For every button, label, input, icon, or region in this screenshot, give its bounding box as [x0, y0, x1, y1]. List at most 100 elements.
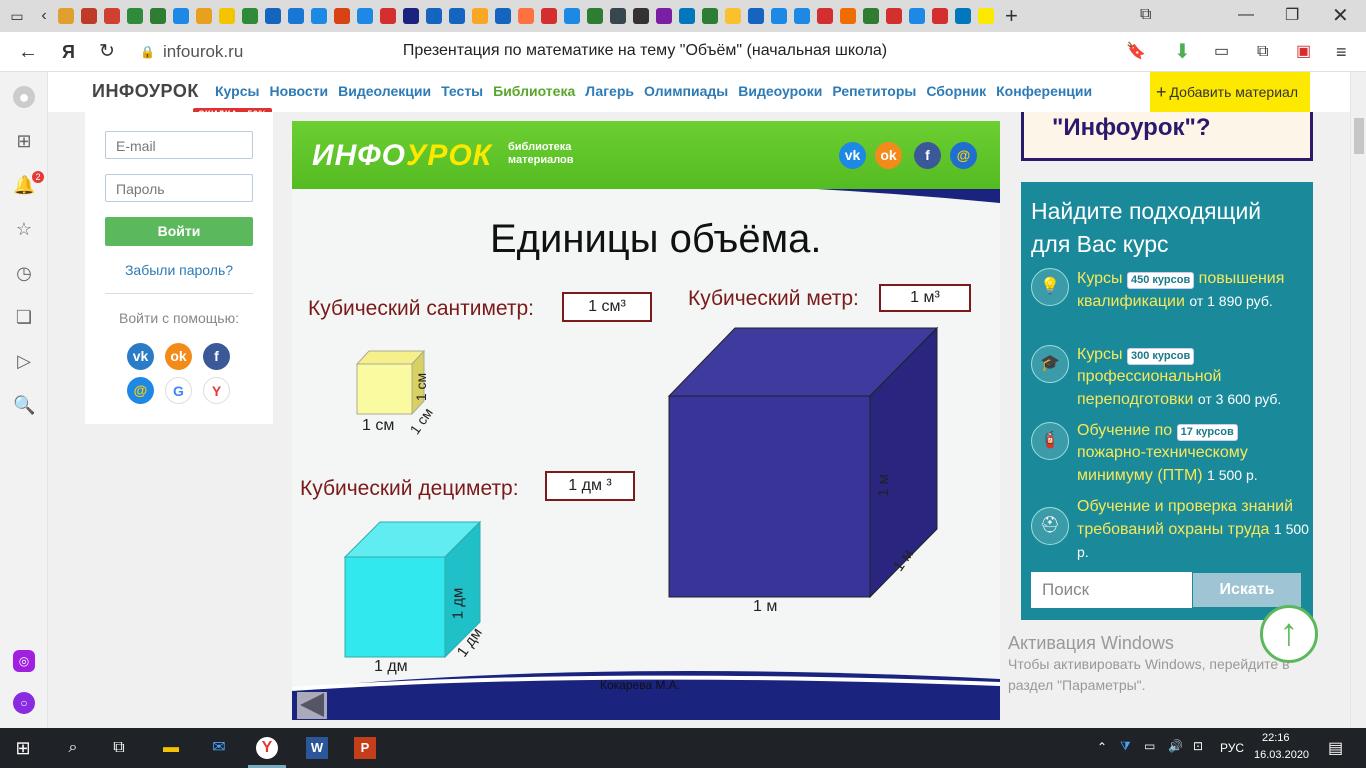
yandex-browser-icon[interactable]: Y	[256, 737, 278, 759]
tab-favicon-icon[interactable]	[310, 8, 327, 24]
nav-item[interactable]: Сборник	[926, 83, 986, 99]
tab-favicon-icon[interactable]	[793, 8, 810, 24]
tab-favicon-icon[interactable]	[57, 8, 74, 24]
close-window-icon[interactable]: ✕	[1332, 3, 1349, 28]
tab-favicon-icon[interactable]	[908, 8, 925, 24]
nav-item[interactable]: Библиотека	[493, 83, 575, 99]
language-indicator[interactable]: РУС	[1220, 741, 1244, 755]
bookmark-icon[interactable]: 🔖	[1126, 40, 1146, 64]
yandex-icon[interactable]: Y	[203, 377, 230, 404]
tab-favicon-icon[interactable]	[333, 8, 350, 24]
tab-favicon-icon[interactable]	[149, 8, 166, 24]
nav-item[interactable]: Лагерь	[585, 83, 634, 99]
site-logo[interactable]: ИНФОУРОК	[92, 81, 199, 102]
page-scrollbar[interactable]	[1350, 72, 1366, 728]
tab-favicon-icon[interactable]	[885, 8, 902, 24]
network-icon[interactable]: ⊡	[1193, 739, 1203, 753]
tab-favicon-icon[interactable]	[678, 8, 695, 24]
scrollbar-thumb[interactable]	[1354, 118, 1364, 154]
tab-favicon-icon[interactable]	[448, 8, 465, 24]
tab-favicon-icon[interactable]	[586, 8, 603, 24]
alice-icon[interactable]: ○	[13, 692, 35, 714]
tab-favicon-icon[interactable]	[655, 8, 672, 24]
clock-date[interactable]: 16.03.2020	[1254, 749, 1309, 761]
tab-favicon-icon[interactable]	[747, 8, 764, 24]
powerpoint-icon[interactable]: P	[354, 737, 376, 759]
file-explorer-icon[interactable]: ▬	[160, 737, 182, 759]
mail-ru-icon[interactable]: @	[127, 377, 154, 404]
course-search-input[interactable]: Поиск	[1031, 572, 1192, 608]
tab-favicon-icon[interactable]	[724, 8, 741, 24]
share-vk-icon[interactable]: vk	[839, 142, 866, 169]
tab-favicon-icon[interactable]	[770, 8, 787, 24]
nav-item[interactable]: Репетиторы	[832, 83, 916, 99]
tab-favicon-icon[interactable]	[103, 8, 120, 24]
nav-item[interactable]: Видеолекции	[338, 83, 431, 99]
tab-favicon-icon[interactable]	[517, 8, 534, 24]
volume-icon[interactable]: 🔊	[1168, 739, 1183, 753]
apps-grid-icon[interactable]: ⊞	[13, 130, 35, 152]
url-field[interactable]: 🔒 infourok.ru	[140, 38, 260, 66]
nav-item[interactable]: Олимпиады	[644, 83, 728, 99]
nav-item[interactable]: Курсы	[215, 83, 259, 99]
feedback-icon[interactable]: ⧉	[1257, 40, 1268, 64]
task-view-icon[interactable]: ⧉	[108, 737, 130, 759]
minimize-icon[interactable]: —	[1238, 6, 1254, 24]
tab-favicon-icon[interactable]	[356, 8, 373, 24]
tab-favicon-icon[interactable]	[402, 8, 419, 24]
tab-favicon-icon[interactable]	[425, 8, 442, 24]
course-item[interactable]: Курсы 450 курсов повышения квалификации …	[1077, 268, 1309, 313]
action-center-icon[interactable]: ▤	[1328, 738, 1343, 758]
tab-favicon-icon[interactable]	[195, 8, 212, 24]
tab-favicon-icon[interactable]	[287, 8, 304, 24]
course-search-button[interactable]: Искать	[1193, 573, 1301, 607]
tab-favicon-icon[interactable]	[701, 8, 718, 24]
login-button[interactable]: Войти	[105, 217, 253, 246]
menu-icon[interactable]: ≡	[1336, 40, 1347, 64]
history-clock-icon[interactable]: ◷	[13, 262, 35, 284]
tray-app-icon[interactable]: ⧩	[1120, 739, 1131, 754]
course-item[interactable]: Обучение и проверка знаний требований ох…	[1077, 496, 1309, 564]
odnoklassniki-icon[interactable]: ok	[165, 343, 192, 370]
add-material-button[interactable]: + Добавить материал	[1150, 72, 1310, 112]
tab-favicon-icon[interactable]	[471, 8, 488, 24]
nav-item[interactable]: Тесты	[441, 83, 483, 99]
battery-tray-icon[interactable]: ▭	[1144, 739, 1155, 753]
tab-favicon-icon[interactable]	[172, 8, 189, 24]
tray-chevron-icon[interactable]: ⌃	[1097, 740, 1107, 754]
forgot-password-link[interactable]: Забыли пароль?	[85, 262, 273, 278]
battery-icon[interactable]: ▭	[1214, 40, 1229, 64]
tab-favicon-icon[interactable]	[80, 8, 97, 24]
tab-favicon-icon[interactable]	[540, 8, 557, 24]
download-icon[interactable]: ⬇	[1174, 40, 1191, 64]
tab-favicon-icon[interactable]	[218, 8, 235, 24]
yandex-logo-icon[interactable]: Я	[62, 40, 75, 64]
video-play-icon[interactable]: ▷	[13, 350, 35, 372]
password-field[interactable]: Пароль	[105, 174, 253, 202]
tab-favicon-icon[interactable]	[379, 8, 396, 24]
share-mail-icon[interactable]: @	[950, 142, 977, 169]
search-page-icon[interactable]: 🔍	[13, 394, 35, 416]
back-tab-icon[interactable]: ‹	[34, 7, 54, 25]
collections-icon[interactable]: ❏	[13, 306, 35, 328]
profile-avatar-icon[interactable]: ●	[13, 86, 35, 108]
share-ok-icon[interactable]: ok	[875, 142, 902, 169]
tab-favicon-icon[interactable]	[609, 8, 626, 24]
tab-favicon-icon[interactable]	[816, 8, 833, 24]
restore-icon[interactable]: ❐	[1285, 5, 1299, 25]
email-field[interactable]: E-mail	[105, 131, 253, 159]
search-icon[interactable]: ⌕	[62, 737, 84, 759]
bookmarks-panel-icon[interactable]: ⧉	[1140, 6, 1151, 24]
tab-favicon-icon[interactable]	[241, 8, 258, 24]
nav-item[interactable]: Конференции	[996, 83, 1092, 99]
word-icon[interactable]: W	[306, 737, 328, 759]
course-item[interactable]: Обучение по 17 курсов пожарно-техническо…	[1077, 420, 1309, 487]
tab-favicon-icon[interactable]	[862, 8, 879, 24]
tab-favicon-icon[interactable]	[264, 8, 281, 24]
promo-banner[interactable]: "Инфоурок"?	[1021, 112, 1313, 161]
share-facebook-icon[interactable]: f	[914, 142, 941, 169]
tab-favicon-icon[interactable]	[494, 8, 511, 24]
clock-time[interactable]: 22:16	[1262, 732, 1290, 744]
extension-icon[interactable]: ▣	[1296, 40, 1311, 64]
tab-favicon-icon[interactable]	[931, 8, 948, 24]
